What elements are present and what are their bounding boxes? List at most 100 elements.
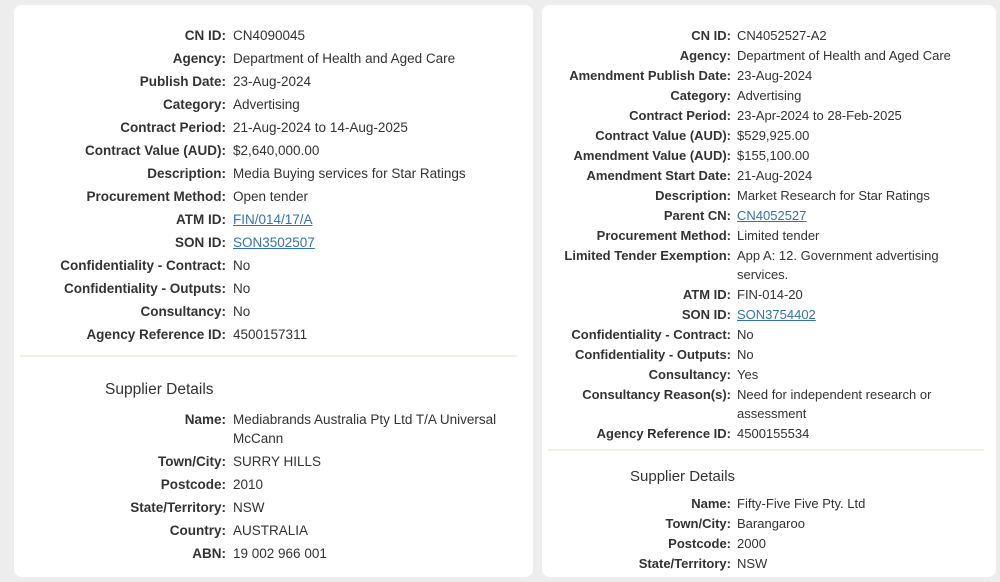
field-value: 21-Aug-2024 to 14-Aug-2025 — [233, 118, 523, 137]
field-label: Agency: — [542, 46, 731, 65]
field-label: ATM ID: — [14, 210, 226, 229]
field-value: Media Buying services for Star Ratings — [233, 164, 523, 183]
field-label: ABN: — [14, 544, 226, 563]
field-label: Parent CN: — [542, 206, 731, 225]
field-value: Barangaroo — [737, 514, 990, 533]
field-value: FIN/014/17/A — [233, 210, 523, 229]
field-value-link[interactable]: CN4052527 — [737, 208, 806, 223]
field-value: SON3754402 — [737, 305, 990, 324]
field-value: $2,640,000.00 — [233, 141, 523, 160]
field-label: Agency: — [14, 49, 226, 68]
field-label: Procurement Method: — [542, 226, 731, 245]
field-row: Confidentiality - Outputs: No — [542, 345, 990, 364]
field-label: SON ID: — [14, 233, 226, 252]
field-value: Advertising — [737, 86, 990, 105]
field-label: Contract Value (AUD): — [542, 126, 731, 145]
contract-comparison-page: CN ID:CN4090045 Agency: Department of Heal… — [0, 0, 1000, 582]
field-value: No — [737, 345, 990, 364]
field-label: Consultancy Reason(s): — [542, 385, 731, 404]
field-row: Town/City:Barangaroo — [542, 514, 990, 533]
field-row: SON ID: SON3502507 — [14, 233, 523, 252]
field-row: Postcode:2010 — [14, 475, 523, 494]
contract-fields-right: CN ID:CN4052527-A2Agency: Department of H… — [542, 26, 990, 443]
supplier-fields-left: Name:Mediabrands Australia Pty Ltd T/A U… — [14, 410, 523, 563]
field-label: State/Territory: — [14, 498, 226, 517]
field-label: Town/City: — [14, 452, 226, 471]
field-row: Consultancy Reason(s):Need for independe… — [542, 385, 990, 423]
field-row: Agency: Department of Health and Aged Car… — [14, 49, 523, 68]
field-row: Procurement Method: Limited tender — [542, 226, 990, 245]
field-row: Name:Fifty-Five Five Pty. Ltd — [542, 494, 990, 513]
field-value: No — [233, 302, 523, 321]
field-label: Confidentiality - Contract: — [542, 325, 731, 344]
field-row: Amendment Publish Date:23-Aug-2024 — [542, 66, 990, 85]
contract-card-left: CN ID:CN4090045 Agency: Department of Heal… — [14, 5, 533, 577]
field-row: Agency: Department of Health and Aged Car… — [542, 46, 990, 65]
field-label: Name: — [14, 410, 226, 429]
field-value: Department of Health and Aged Care — [233, 49, 523, 68]
field-label: Description: — [542, 186, 731, 205]
field-row: Limited Tender Exemption:App A: 12. Gove… — [542, 246, 990, 284]
field-label: Category: — [14, 95, 226, 114]
field-row: Category: Advertising — [14, 95, 523, 114]
field-row: Town/City: SURRY HILLS — [14, 452, 523, 471]
field-row: Agency Reference ID: 4500155534 — [542, 424, 990, 443]
field-value: FIN-014-20 — [737, 285, 990, 304]
field-value: Fifty-Five Five Pty. Ltd — [737, 494, 990, 513]
field-value: Department of Health and Aged Care — [737, 46, 990, 65]
field-row: Contract Period:21-Aug-2024 to 14-Aug-20… — [14, 118, 523, 137]
field-value: SURRY HILLS — [233, 452, 523, 471]
field-row: Postcode:2000 — [542, 534, 990, 553]
field-value: CN4052527 — [737, 206, 990, 225]
field-value: $529,925.00 — [737, 126, 990, 145]
field-row: Amendment Value (AUD):$155,100.00 — [542, 146, 990, 165]
field-row: Agency Reference ID:4500157311 — [14, 325, 523, 344]
field-label: ATM ID: — [542, 285, 731, 304]
supplier-details-heading: Supplier Details — [105, 380, 523, 400]
field-value: App A: 12. Government advertising servic… — [737, 246, 990, 284]
field-row: Procurement Method:Open tender — [14, 187, 523, 206]
field-label: Amendment Start Date: — [542, 166, 731, 185]
field-row: Category: Advertising — [542, 86, 990, 105]
field-label: Amendment Value (AUD): — [542, 146, 731, 165]
field-row: State/Territory:NSW — [14, 498, 523, 517]
field-row: ABN:19 002 966 001 — [14, 544, 523, 563]
field-value: 23-Apr-2024 to 28-Feb-2025 — [737, 106, 990, 125]
field-value: 4500157311 — [233, 325, 523, 344]
field-label: Confidentiality - Contract: — [14, 256, 226, 275]
field-value: Advertising — [233, 95, 523, 114]
field-row: Consultancy:Yes — [542, 365, 990, 384]
field-label: State/Territory: — [542, 554, 731, 573]
field-row: Confidentiality - Contract: No — [542, 325, 990, 344]
field-row: CN ID:CN4090045 — [14, 26, 523, 45]
field-value-link[interactable]: SON3502507 — [233, 235, 315, 250]
field-value: 4500155534 — [737, 424, 990, 443]
field-label: Confidentiality - Outputs: — [542, 345, 731, 364]
field-value-link[interactable]: SON3754402 — [737, 307, 816, 322]
field-row: ATM ID: FIN-014-20 — [542, 285, 990, 304]
field-label: Country: — [14, 521, 226, 540]
field-value: Yes — [737, 365, 990, 384]
field-value: No — [233, 279, 523, 298]
field-value-link[interactable]: FIN/014/17/A — [233, 212, 313, 227]
field-value: Open tender — [233, 187, 523, 206]
field-row: Amendment Start Date:21-Aug-2024 — [542, 166, 990, 185]
field-row: Parent CN: CN4052527 — [542, 206, 990, 225]
field-value: Limited tender — [737, 226, 990, 245]
field-label: CN ID: — [14, 26, 226, 45]
field-row: Contract Period:23-Apr-2024 to 28-Feb-20… — [542, 106, 990, 125]
field-value: 2010 — [233, 475, 523, 494]
field-label: Country: — [542, 574, 731, 577]
field-value: No — [737, 325, 990, 344]
field-label: Publish Date: — [14, 72, 226, 91]
field-row: Consultancy:No — [14, 302, 523, 321]
field-label: Confidentiality - Outputs: — [14, 279, 226, 298]
field-label: Postcode: — [542, 534, 731, 553]
field-row: ATM ID: FIN/014/17/A — [14, 210, 523, 229]
field-label: Category: — [542, 86, 731, 105]
field-row: CN ID:CN4052527-A2 — [542, 26, 990, 45]
field-label: Agency Reference ID: — [542, 424, 731, 443]
field-row: Country:AUSTRALIA — [14, 521, 523, 540]
field-row: Description:Media Buying services for St… — [14, 164, 523, 183]
section-divider — [20, 355, 517, 357]
